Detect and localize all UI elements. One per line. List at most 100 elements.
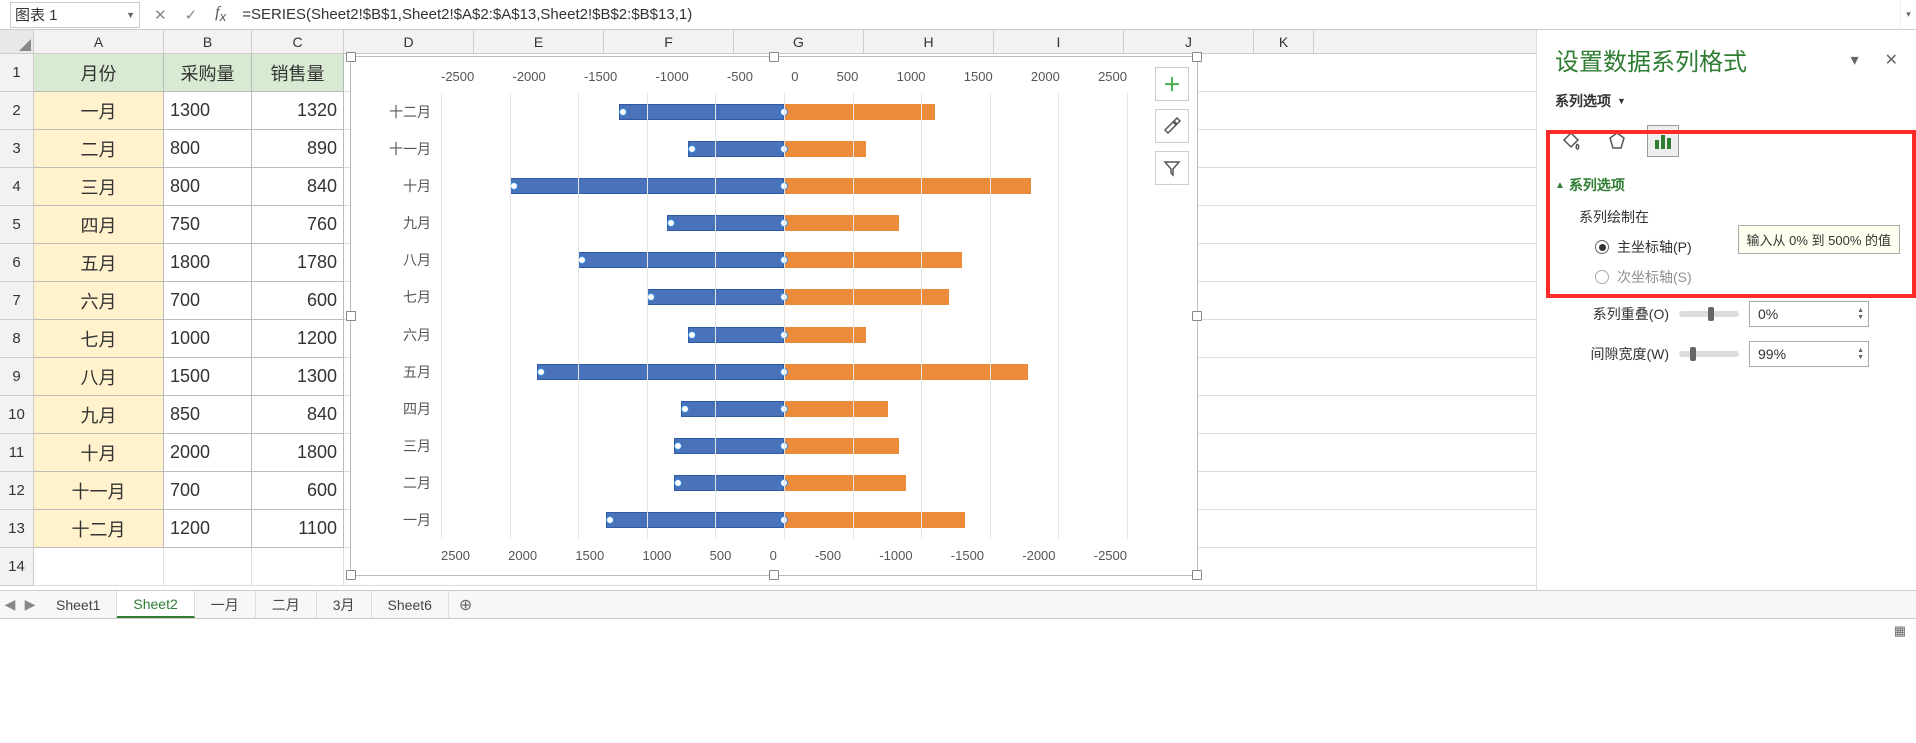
embedded-chart[interactable]: ＋ -2500-2000-1500-1000-50005001000150020… bbox=[350, 56, 1198, 576]
chart-elements-button[interactable]: ＋ bbox=[1155, 67, 1189, 101]
sheet-tab[interactable]: Sheet6 bbox=[372, 591, 449, 618]
col-header[interactable]: C bbox=[252, 30, 344, 53]
cell[interactable]: 八月 bbox=[34, 358, 164, 396]
selection-handle[interactable] bbox=[688, 145, 696, 153]
bar-series-1[interactable] bbox=[681, 401, 784, 417]
resize-handle[interactable] bbox=[769, 570, 779, 580]
sheet-tab[interactable]: 3月 bbox=[317, 591, 372, 618]
spin-up-icon[interactable]: ▲ bbox=[1857, 307, 1864, 314]
resize-handle[interactable] bbox=[346, 311, 356, 321]
resize-handle[interactable] bbox=[346, 52, 356, 62]
row-header[interactable]: 12 bbox=[0, 472, 34, 510]
row-header[interactable]: 6 bbox=[0, 244, 34, 282]
row-header[interactable]: 7 bbox=[0, 282, 34, 320]
row-header[interactable]: 9 bbox=[0, 358, 34, 396]
bar-series-2[interactable] bbox=[784, 401, 888, 417]
collapse-icon[interactable]: ▲ bbox=[1555, 180, 1565, 191]
bar-series-2[interactable] bbox=[784, 215, 899, 231]
select-all-corner[interactable] bbox=[0, 30, 34, 53]
bar-series-2[interactable] bbox=[784, 475, 906, 491]
cell[interactable]: 六月 bbox=[34, 282, 164, 320]
bar-series-1[interactable] bbox=[674, 475, 784, 491]
row-header[interactable]: 3 bbox=[0, 130, 34, 168]
tab-nav-next[interactable]: ▶ bbox=[20, 596, 40, 613]
cell[interactable]: 1200 bbox=[164, 510, 252, 548]
col-header[interactable]: K bbox=[1254, 30, 1314, 53]
cell[interactable]: 十二月 bbox=[34, 510, 164, 548]
cell[interactable]: 1100 bbox=[252, 510, 344, 548]
row-header[interactable]: 10 bbox=[0, 396, 34, 434]
cell[interactable]: 600 bbox=[252, 472, 344, 510]
overlap-slider[interactable] bbox=[1679, 311, 1739, 317]
section-header[interactable]: 系列选项 bbox=[1569, 175, 1625, 195]
cell[interactable]: 四月 bbox=[34, 206, 164, 244]
cell[interactable]: 1300 bbox=[252, 358, 344, 396]
cell[interactable]: 1300 bbox=[164, 92, 252, 130]
cancel-icon[interactable]: ✕ bbox=[154, 6, 167, 24]
row-header[interactable]: 8 bbox=[0, 320, 34, 358]
row-header[interactable]: 1 bbox=[0, 54, 34, 92]
cell[interactable]: 800 bbox=[164, 130, 252, 168]
selection-handle[interactable] bbox=[681, 405, 689, 413]
row-header[interactable]: 11 bbox=[0, 434, 34, 472]
col-header[interactable]: H bbox=[864, 30, 994, 53]
col-header[interactable]: F bbox=[604, 30, 734, 53]
bar-series-2[interactable] bbox=[784, 141, 866, 157]
chart-styles-button[interactable] bbox=[1155, 109, 1189, 143]
cell[interactable]: 九月 bbox=[34, 396, 164, 434]
bar-series-2[interactable] bbox=[784, 289, 949, 305]
add-sheet-button[interactable]: ⊕ bbox=[449, 595, 482, 615]
bar-series-1[interactable] bbox=[688, 141, 784, 157]
formula-input[interactable]: =SERIES(Sheet2!$B$1,Sheet2!$A$2:$A$13,Sh… bbox=[236, 0, 1900, 29]
chart-filter-button[interactable] bbox=[1155, 151, 1189, 185]
cell[interactable]: 月份 bbox=[34, 54, 164, 92]
selection-handle[interactable] bbox=[647, 293, 655, 301]
cell[interactable]: 600 bbox=[252, 282, 344, 320]
cell[interactable]: 十一月 bbox=[34, 472, 164, 510]
tab-nav-prev[interactable]: ◀ bbox=[0, 596, 20, 613]
row-header[interactable]: 2 bbox=[0, 92, 34, 130]
row-header[interactable]: 4 bbox=[0, 168, 34, 206]
cell[interactable]: 840 bbox=[252, 168, 344, 206]
cell[interactable]: 700 bbox=[164, 282, 252, 320]
secondary-axis-radio[interactable]: 次坐标轴(S) bbox=[1595, 267, 1898, 287]
resize-handle[interactable] bbox=[1192, 311, 1202, 321]
cell[interactable]: 七月 bbox=[34, 320, 164, 358]
cell[interactable]: 840 bbox=[252, 396, 344, 434]
chart-plot-area[interactable]: -2500-2000-1500-1000-5000500100015002000… bbox=[361, 67, 1137, 565]
resize-handle[interactable] bbox=[346, 570, 356, 580]
effects-options-icon[interactable] bbox=[1601, 125, 1633, 157]
bar-series-2[interactable] bbox=[784, 512, 965, 528]
bar-series-1[interactable] bbox=[578, 252, 784, 268]
bar-series-1[interactable] bbox=[619, 104, 784, 120]
cell[interactable]: 1800 bbox=[252, 434, 344, 472]
panel-close-icon[interactable]: ✕ bbox=[1885, 50, 1898, 70]
cell[interactable]: 760 bbox=[252, 206, 344, 244]
bar-series-1[interactable] bbox=[606, 512, 784, 528]
bar-series-1[interactable] bbox=[667, 215, 784, 231]
spin-up-icon[interactable]: ▲ bbox=[1857, 347, 1864, 354]
col-header[interactable]: J bbox=[1124, 30, 1254, 53]
formula-expand-icon[interactable]: ▾ bbox=[1900, 0, 1916, 29]
cell[interactable]: 800 bbox=[164, 168, 252, 206]
cell[interactable]: 1800 bbox=[164, 244, 252, 282]
col-header[interactable]: I bbox=[994, 30, 1124, 53]
cell[interactable]: 1780 bbox=[252, 244, 344, 282]
cell[interactable]: 890 bbox=[252, 130, 344, 168]
resize-handle[interactable] bbox=[1192, 570, 1202, 580]
selection-handle[interactable] bbox=[537, 368, 545, 376]
sheet-tab[interactable]: 一月 bbox=[195, 591, 256, 618]
series-options-icon[interactable] bbox=[1647, 125, 1679, 157]
resize-handle[interactable] bbox=[1192, 52, 1202, 62]
bar-series-1[interactable] bbox=[688, 327, 784, 343]
row-header[interactable]: 5 bbox=[0, 206, 34, 244]
cell[interactable]: 十月 bbox=[34, 434, 164, 472]
sheet-tab[interactable]: 二月 bbox=[256, 591, 317, 618]
selection-handle[interactable] bbox=[688, 331, 696, 339]
fill-options-icon[interactable] bbox=[1555, 125, 1587, 157]
spin-down-icon[interactable]: ▼ bbox=[1857, 314, 1864, 321]
selection-handle[interactable] bbox=[619, 108, 627, 116]
bar-series-1[interactable] bbox=[537, 364, 784, 380]
col-header[interactable]: B bbox=[164, 30, 252, 53]
selection-handle[interactable] bbox=[510, 182, 518, 190]
